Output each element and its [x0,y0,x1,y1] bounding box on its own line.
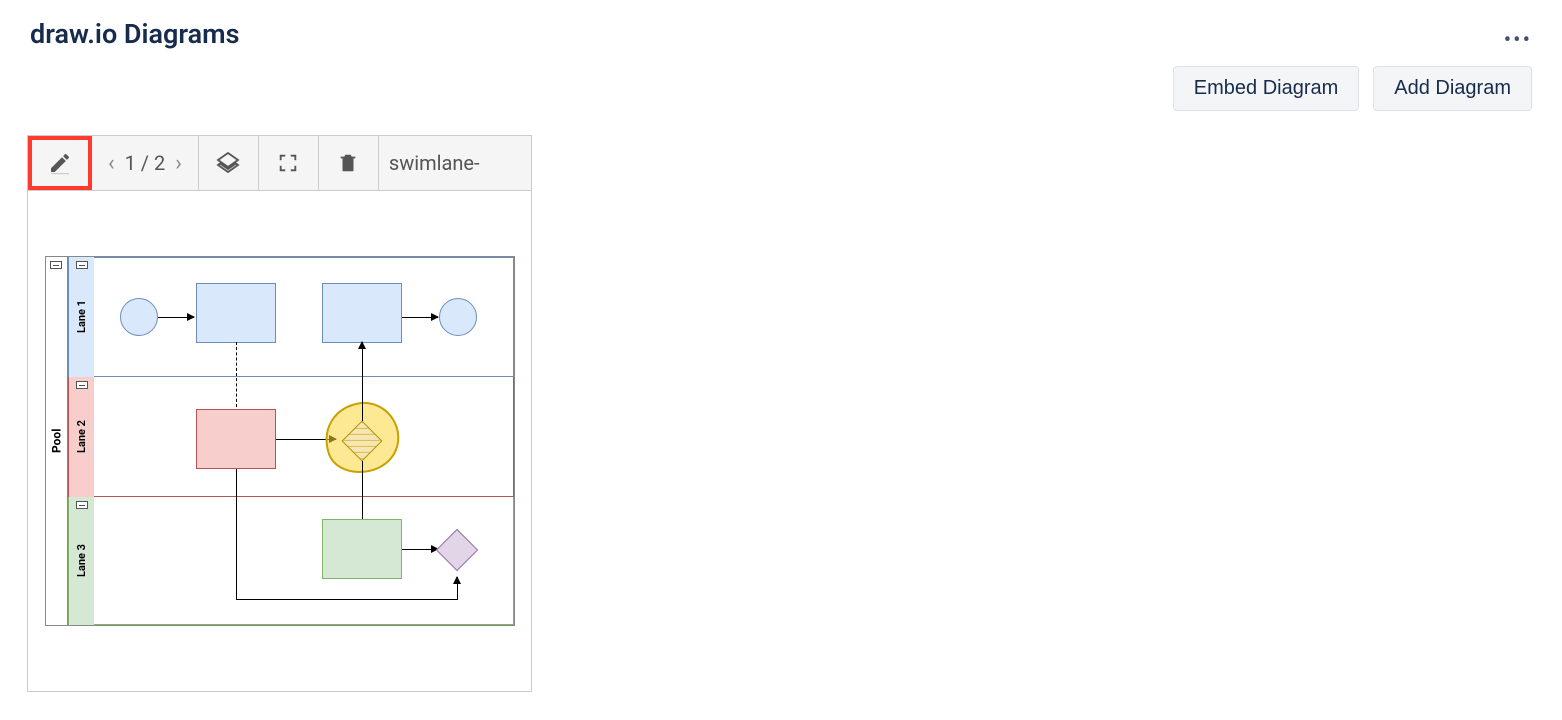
pool-label: Pool [49,429,63,453]
fullscreen-icon [277,152,299,174]
lane-header-3: Lane 3 [68,497,94,625]
lane-header-1: Lane 1 [68,257,94,377]
bpmn-end-event [439,298,477,336]
bpmn-task [196,283,276,343]
fullscreen-button[interactable] [259,136,319,190]
bpmn-start-event [120,298,158,336]
bpmn-gateway [435,529,477,571]
lane-label: Lane 1 [75,301,88,334]
diagram-filename: swimlane- [379,136,531,190]
lane-label: Lane 2 [75,421,88,454]
page-title: draw.io Diagrams [30,18,240,50]
collapse-icon [76,381,88,389]
bpmn-gateway [340,419,384,463]
layers-icon [216,151,240,175]
diagram-toolbar: ‹ 1 / 2 › swimlane- [28,136,531,191]
next-page-button[interactable]: › [169,151,188,176]
collapse-icon [50,261,62,269]
sequence-flow [457,577,458,600]
sequence-flow [402,549,438,550]
sequence-flow [402,317,438,318]
page-navigator: ‹ 1 / 2 › [92,136,199,190]
more-menu-button[interactable]: ••• [1504,18,1532,53]
pool-header: Pool [46,257,68,625]
delete-button[interactable] [319,136,379,190]
bpmn-task [322,283,402,343]
embed-diagram-button[interactable]: Embed Diagram [1173,66,1360,111]
swimlane-diagram: Pool Lane 1 [45,256,515,626]
sequence-flow [158,317,194,318]
diagram-card: ‹ 1 / 2 › swimlane- Pool [27,135,532,692]
sequence-flow [362,342,363,421]
swimlane-lane-3: Lane 3 [68,497,514,625]
bpmn-task [322,519,402,579]
trash-icon [337,152,359,174]
pencil-icon [48,151,72,175]
swimlane-lane-2: Lane 2 [68,377,514,497]
sequence-flow [236,469,237,599]
swimlane-lane-1: Lane 1 [68,257,514,377]
sequence-flow [236,599,458,600]
edit-diagram-button[interactable] [28,136,92,190]
message-flow [236,342,237,407]
layers-button[interactable] [199,136,259,190]
collapse-icon [76,501,88,509]
page-indicator: 1 / 2 [125,151,166,175]
lane-header-2: Lane 2 [68,377,94,497]
lane-label: Lane 3 [75,545,88,578]
collapse-icon [76,261,88,269]
prev-page-button[interactable]: ‹ [102,151,121,176]
diagram-viewport[interactable]: Pool Lane 1 [28,191,531,691]
add-diagram-button[interactable]: Add Diagram [1373,66,1532,111]
bpmn-task [196,409,276,469]
